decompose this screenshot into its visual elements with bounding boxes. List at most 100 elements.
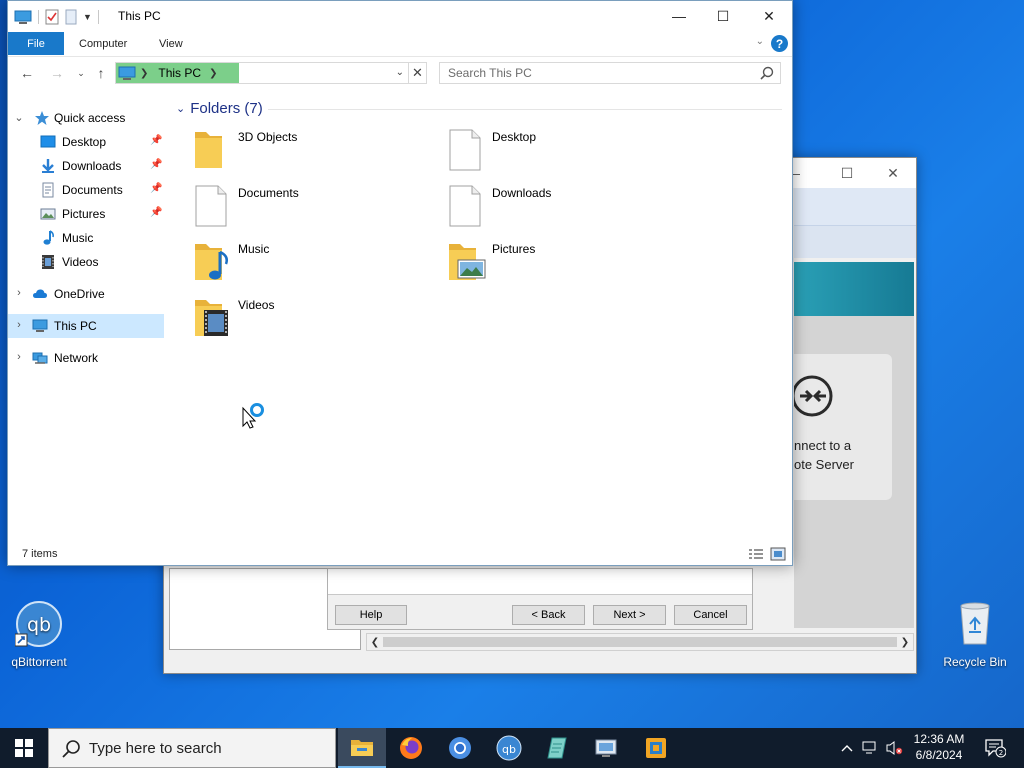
group-collapse-chevron-icon[interactable]: ⌄ (176, 102, 185, 115)
system-clock[interactable]: 12:36 AM 6/8/2024 (902, 731, 976, 763)
nav-label: Documents (62, 183, 123, 197)
volume-muted-icon[interactable] (884, 728, 904, 768)
scroll-left-arrow[interactable]: ❮ (367, 634, 383, 650)
taskbar-notes-app[interactable] (534, 728, 582, 768)
back-arrow-icon[interactable]: ← (18, 64, 36, 82)
collapsed-chevron-icon[interactable]: › (14, 287, 24, 299)
nav-label: This PC (54, 319, 97, 333)
desktop-icon-qbittorrent[interactable]: qb qBittorrent (1, 600, 77, 669)
tab-file[interactable]: File (8, 32, 64, 55)
folder-item-documents[interactable]: Documents (192, 184, 432, 234)
pictures-folder-icon (40, 208, 56, 220)
minimize-button[interactable]: — (656, 1, 702, 31)
nav-label: Downloads (62, 159, 122, 173)
address-crumb[interactable]: ❯ This PC ❯ (116, 63, 239, 83)
tab-computer[interactable]: Computer (79, 32, 127, 55)
collapsed-chevron-icon[interactable]: › (14, 351, 24, 363)
item-count: 7 items (22, 548, 58, 560)
taskbar-chromium[interactable] (436, 728, 484, 768)
nav-quick-downloads[interactable]: Downloads 📌 (8, 154, 164, 178)
folder-name: Pictures (492, 242, 536, 256)
notifications-button[interactable]: 2 (978, 728, 1012, 768)
explorer-titlebar: ▼ This PC — ☐ ✕ (8, 1, 792, 32)
wizard-close-button[interactable]: ✕ (870, 158, 916, 188)
star-icon (35, 111, 49, 125)
wizard-button-bar: Help < Back Next > Cancel (327, 568, 753, 630)
nav-this-pc[interactable]: › This PC (8, 314, 164, 338)
card-text-line1: nnect to a (794, 438, 852, 453)
search-placeholder[interactable]: Search This PC (448, 66, 532, 80)
nav-quick-documents[interactable]: Documents 📌 (8, 178, 164, 202)
pin-icon[interactable]: 📌 (150, 183, 162, 194)
expanded-chevron-icon[interactable]: ⌄ (14, 111, 24, 124)
wizard-subheader-strip (794, 226, 916, 258)
taskbar-qbittorrent[interactable]: qb (485, 728, 533, 768)
scrollbar-thumb[interactable] (383, 637, 897, 647)
horizontal-scrollbar[interactable]: ❮ ❯ (366, 633, 914, 651)
blank-file-icon (195, 185, 227, 227)
folder-item-desktop[interactable]: Desktop (446, 128, 686, 178)
wizard-maximize-button[interactable]: ☐ (824, 158, 870, 188)
nav-quick-videos[interactable]: Videos (8, 250, 164, 274)
search-icon[interactable] (760, 66, 774, 80)
help-button[interactable]: Help (335, 605, 407, 625)
nav-quick-pictures[interactable]: Pictures 📌 (8, 202, 164, 226)
back-button[interactable]: < Back (512, 605, 585, 625)
breadcrumb-separator-icon[interactable]: ❯ (140, 68, 148, 79)
close-button[interactable]: ✕ (746, 1, 792, 31)
folder-item-pictures[interactable]: Pictures (446, 240, 686, 290)
maximize-button[interactable]: ☐ (700, 1, 746, 31)
forward-arrow-icon[interactable]: → (48, 64, 66, 82)
nav-quick-desktop[interactable]: Desktop 📌 (8, 130, 164, 154)
videos-icon (42, 255, 54, 269)
pin-icon[interactable]: 📌 (150, 135, 162, 146)
taskbar-firefox[interactable] (387, 728, 435, 768)
details-view-icon[interactable] (748, 547, 764, 561)
taskbar-control-panel[interactable] (583, 728, 631, 768)
toolbar-separator (97, 10, 99, 24)
expand-ribbon-icon[interactable]: ⌄ (756, 36, 764, 47)
large-icons-view-icon[interactable] (770, 547, 786, 561)
taskbar-search-box[interactable]: Type here to search (48, 728, 336, 768)
next-button[interactable]: Next > (593, 605, 666, 625)
help-icon[interactable]: ? (771, 35, 788, 52)
network-tray-icon[interactable] (860, 728, 880, 768)
folder-item-3d-objects[interactable]: 3D Objects (192, 128, 432, 178)
folder-name: Downloads (492, 186, 552, 200)
recent-locations-chevron-icon[interactable]: ⌄ (72, 64, 90, 82)
pin-icon[interactable]: 📌 (150, 159, 162, 170)
desktop-icon-label: Recycle Bin (943, 655, 1007, 669)
taskbar-file-explorer[interactable] (338, 728, 386, 768)
pin-icon[interactable]: 📌 (150, 207, 162, 218)
scroll-right-arrow[interactable]: ❯ (897, 634, 913, 650)
properties-icon[interactable] (45, 9, 59, 25)
new-folder-icon[interactable] (65, 9, 77, 25)
collapsed-chevron-icon[interactable]: › (14, 319, 24, 331)
cancel-button[interactable]: Cancel (674, 605, 747, 625)
wizard-header-strip (794, 188, 916, 226)
breadcrumb-this-pc[interactable]: This PC (158, 66, 201, 80)
start-button[interactable] (0, 728, 48, 768)
address-bar[interactable]: ❯ This PC ❯ ⌄ ✕ (115, 62, 427, 84)
folder-item-downloads[interactable]: Downloads (446, 184, 686, 234)
address-dropdown-icon[interactable]: ⌄ (396, 67, 404, 78)
search-box[interactable]: Search This PC (439, 62, 781, 84)
tab-view[interactable]: View (159, 32, 183, 55)
up-arrow-icon[interactable]: ↑ (92, 64, 110, 82)
connect-remote-server-card[interactable]: nnect to a ote Server (794, 354, 892, 500)
breadcrumb-separator-icon[interactable]: ❯ (209, 68, 217, 79)
nav-quick-music[interactable]: Music (8, 226, 164, 250)
customize-toolbar-chevron-icon[interactable]: ▼ (83, 12, 92, 22)
nav-quick-access[interactable]: ⌄ Quick access (8, 106, 164, 130)
videos-folder-icon (195, 300, 228, 336)
show-hidden-icons-chevron-icon[interactable] (838, 728, 856, 768)
folders-group-header[interactable]: ⌄ Folders (7) (176, 100, 263, 117)
taskbar-search-placeholder[interactable]: Type here to search (89, 740, 222, 757)
nav-network[interactable]: › Network (8, 346, 164, 370)
taskbar-virtual-machine-app[interactable] (632, 728, 680, 768)
nav-onedrive[interactable]: › OneDrive (8, 282, 164, 306)
desktop-icon-recycle-bin[interactable]: Recycle Bin (937, 600, 1013, 669)
clear-address-icon[interactable]: ✕ (408, 63, 426, 83)
folder-item-videos[interactable]: Videos (192, 296, 432, 346)
folder-item-music[interactable]: Music (192, 240, 432, 290)
